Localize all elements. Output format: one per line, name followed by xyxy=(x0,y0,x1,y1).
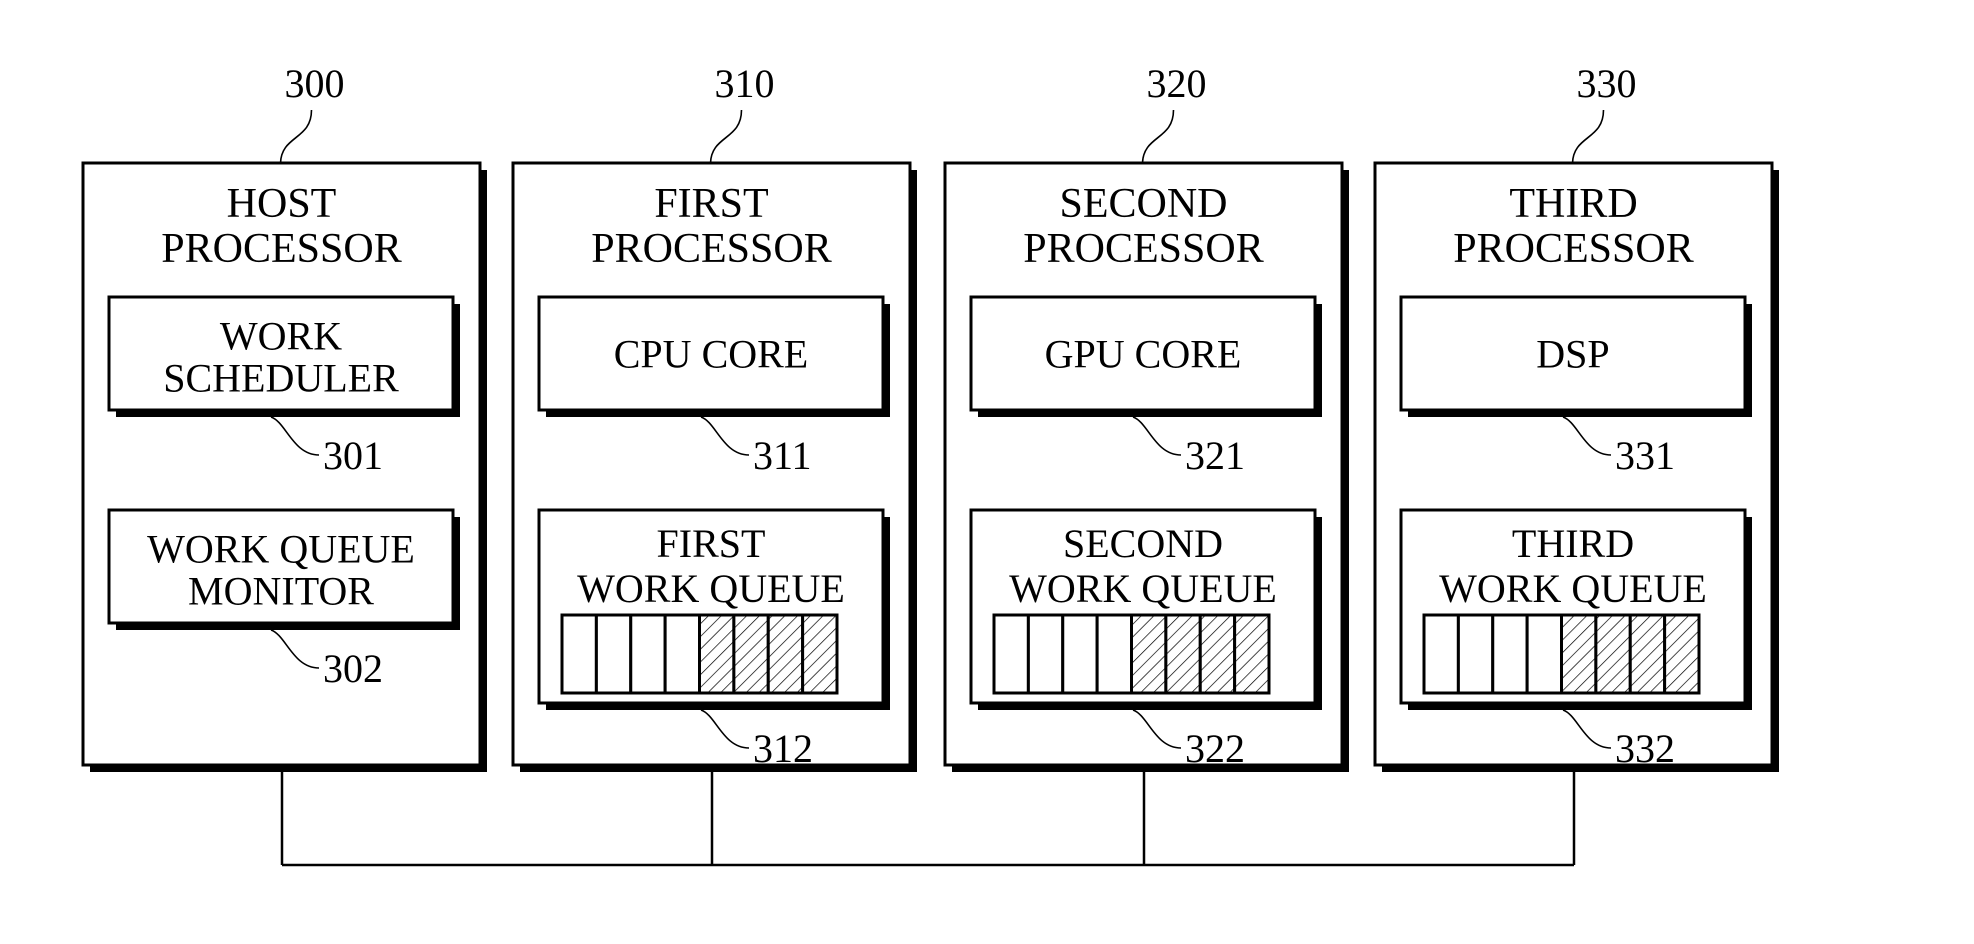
queue-slot-occupied xyxy=(698,613,736,695)
reference-numeral-321: 321 xyxy=(1185,433,1245,478)
queue-slot-empty xyxy=(1061,613,1099,695)
processor-title-line: SECOND xyxy=(1059,181,1227,227)
component-label-line: WORK QUEUE xyxy=(147,527,415,572)
component-label-line: SECOND xyxy=(1063,521,1223,566)
reference-numeral-330: 330 xyxy=(1577,61,1637,106)
leader-line-330 xyxy=(1571,109,1605,164)
queue-slot-occupied xyxy=(766,613,805,695)
processor-title-line: PROCESSOR xyxy=(1023,226,1263,272)
reference-numeral-300: 300 xyxy=(285,61,345,106)
processor-title-line: PROCESSOR xyxy=(1453,226,1693,272)
queue-slot-occupied xyxy=(1164,613,1202,695)
reference-numeral-310: 310 xyxy=(715,61,775,106)
reference-numeral-311: 311 xyxy=(753,433,812,478)
component-label-line: THIRD xyxy=(1512,521,1634,566)
leader-line-320 xyxy=(1141,109,1175,164)
queue-slot-empty xyxy=(992,613,1030,695)
queue-slot-empty xyxy=(1095,613,1133,695)
processor-title-line: HOST xyxy=(227,181,337,227)
processor-title-line: THIRD xyxy=(1509,181,1637,227)
processor-title-line: PROCESSOR xyxy=(591,226,831,272)
reference-numeral-312: 312 xyxy=(753,726,813,771)
processor-system-diagram: 300HOSTPROCESSORWORKSCHEDULER301WORK QUE… xyxy=(81,61,1779,867)
queue-slot-empty xyxy=(1026,613,1065,695)
processor-300: 300 HOSTPROCESSOR WORKSCHEDULER 301 WORK QUE… xyxy=(81,61,487,772)
queue-slot-occupied xyxy=(1233,613,1271,695)
component-label-line: FIRST xyxy=(657,521,766,566)
component-label-line: WORK QUEUE xyxy=(1439,566,1707,611)
reference-numeral-320: 320 xyxy=(1147,61,1207,106)
queue-slot-empty xyxy=(1456,613,1495,695)
component-label-line: GPU CORE xyxy=(1045,332,1242,377)
component-label-line: WORK QUEUE xyxy=(577,566,845,611)
queue-slots-332 xyxy=(1422,613,1701,695)
reference-numeral-301: 301 xyxy=(323,433,383,478)
queue-slot-empty xyxy=(629,613,667,695)
queue-slots-312 xyxy=(560,613,839,695)
system-bus xyxy=(280,772,1576,867)
queue-slot-empty xyxy=(663,613,701,695)
queue-slot-occupied xyxy=(1130,613,1168,695)
component-label-line: WORK xyxy=(220,314,342,359)
queue-slot-empty xyxy=(1491,613,1529,695)
queue-slot-occupied xyxy=(1560,613,1598,695)
queue-slot-occupied xyxy=(801,613,839,695)
reference-numeral-332: 332 xyxy=(1615,726,1675,771)
processor-title-line: PROCESSOR xyxy=(161,226,401,272)
queue-slot-occupied xyxy=(1198,613,1237,695)
leader-line-310 xyxy=(709,109,743,164)
queue-slot-occupied xyxy=(1628,613,1667,695)
queue-slot-occupied xyxy=(732,613,770,695)
reference-numeral-322: 322 xyxy=(1185,726,1245,771)
queue-slot-occupied xyxy=(1663,613,1701,695)
queue-slot-empty xyxy=(594,613,633,695)
leader-line-300 xyxy=(279,109,313,164)
processor-310: 310FIRSTPROCESSORCPU CORE311FIRSTWORK QU… xyxy=(511,61,917,772)
queue-slot-empty xyxy=(1525,613,1563,695)
processor-320: 320SECONDPROCESSORGPU CORE321SECONDWORK … xyxy=(943,61,1349,772)
component-label-line: CPU CORE xyxy=(614,332,809,377)
component-label-line: SCHEDULER xyxy=(163,356,399,401)
reference-numeral-302: 302 xyxy=(323,646,383,691)
queue-slot-empty xyxy=(560,613,598,695)
queue-slot-empty xyxy=(1422,613,1460,695)
processors: 300HOSTPROCESSORWORKSCHEDULER301WORK QUE… xyxy=(81,61,1779,772)
queue-slot-occupied xyxy=(1594,613,1632,695)
component-label-line: DSP xyxy=(1536,332,1609,377)
processor-title-line: FIRST xyxy=(654,181,768,227)
reference-numeral-331: 331 xyxy=(1615,433,1675,478)
queue-slots-322 xyxy=(992,613,1271,695)
component-label-line: MONITOR xyxy=(188,569,374,614)
processor-330: 330THIRDPROCESSORDSP331THIRDWORK QUEUE33… xyxy=(1373,61,1779,772)
component-label-line: WORK QUEUE xyxy=(1009,566,1277,611)
